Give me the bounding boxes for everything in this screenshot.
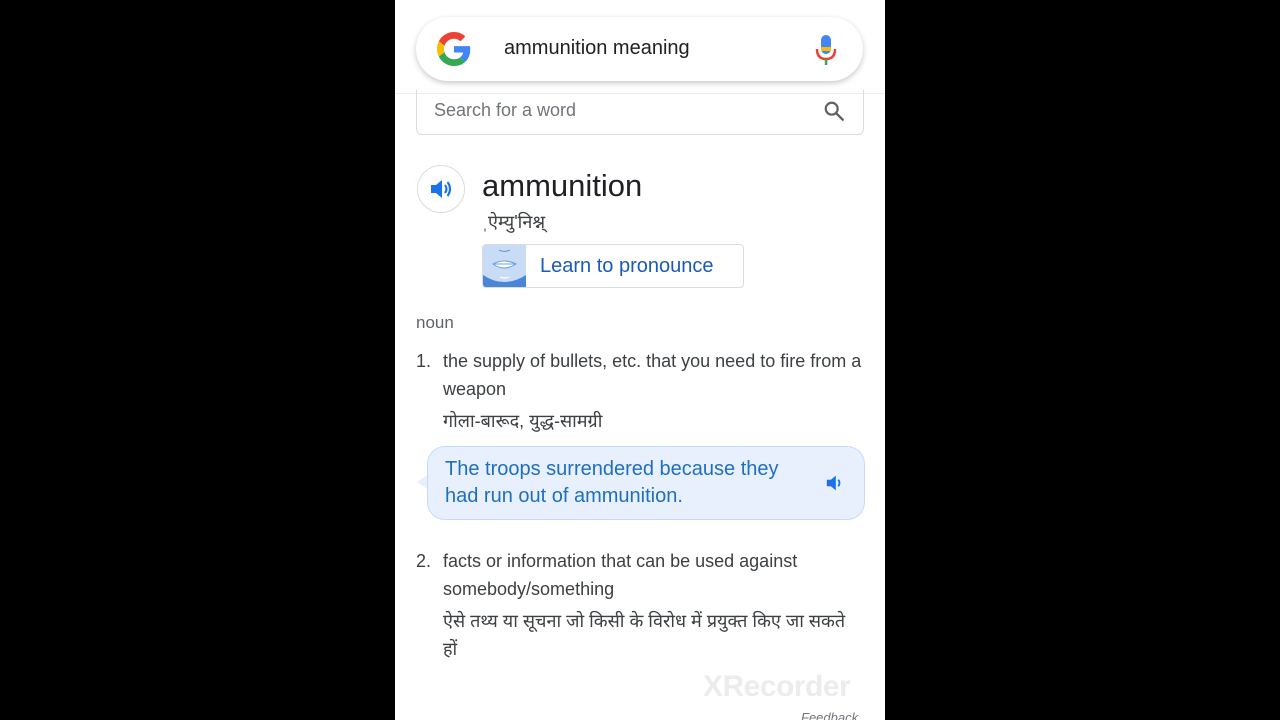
sense-hindi-translation: गोला-बारूद, युद्ध-सामग्री xyxy=(443,411,603,431)
mic-icon[interactable] xyxy=(813,34,839,66)
learn-to-pronounce-label: Learn to pronounce xyxy=(540,255,714,277)
example-speaker-icon[interactable] xyxy=(825,474,845,492)
sense-hindi-translation: ऐसे तथ्य या सूचना जो किसी के विरोध में प… xyxy=(443,611,846,659)
learn-to-pronounce-button[interactable]: Learn to pronounce xyxy=(482,244,744,288)
example-sentence-bubble: The troops surrendered because they had … xyxy=(427,446,865,520)
sense-definition: facts or information that can be used ag… xyxy=(443,551,798,599)
lips-icon xyxy=(483,245,526,287)
phone-screen: ammunition meaning Search for a word amm… xyxy=(395,0,885,720)
speaker-icon xyxy=(431,180,452,198)
phonetic-transcription: ˌऐम्यु'निश्न् xyxy=(482,212,546,232)
sense-number: 2. xyxy=(416,551,432,571)
part-of-speech: noun xyxy=(416,313,454,332)
feedback-link[interactable]: Feedback xyxy=(801,710,858,720)
google-logo-icon xyxy=(437,32,471,66)
search-icon[interactable] xyxy=(823,100,845,122)
sense-definition: the supply of bullets, etc. that you nee… xyxy=(443,351,862,399)
recorder-watermark: XRecorder xyxy=(703,670,851,703)
word-search-placeholder: Search for a word xyxy=(434,100,577,120)
headword: ammunition xyxy=(482,168,643,203)
example-sentence-text: The troops surrendered because they had … xyxy=(445,458,779,507)
google-search-bar[interactable]: ammunition meaning xyxy=(416,17,863,81)
pronunciation-speaker-button[interactable] xyxy=(417,165,465,213)
word-search-input[interactable]: Search for a word xyxy=(416,90,864,135)
sense-number: 1. xyxy=(416,351,432,371)
search-query-text[interactable]: ammunition meaning xyxy=(504,37,690,60)
